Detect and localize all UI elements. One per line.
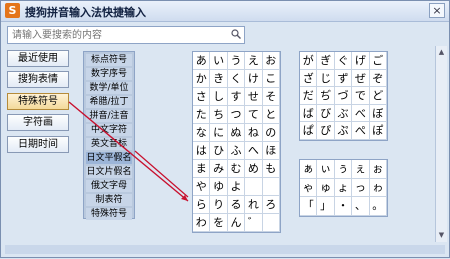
arrow-line xyxy=(134,150,189,198)
scroll-down-icon[interactable]: ▼ xyxy=(437,231,446,240)
status-bar xyxy=(5,245,445,254)
scrollbar[interactable]: ▲ ▼ xyxy=(435,46,447,242)
scroll-up-icon[interactable]: ▲ xyxy=(437,48,446,57)
annotation-arrows xyxy=(68,101,189,202)
arrow-line xyxy=(68,101,189,202)
quick-input-window: S 搜狗拼音输入法快捷输入 × 最近使用 搜狗表情 特殊符号 字符画 日期时间 … xyxy=(0,0,450,258)
